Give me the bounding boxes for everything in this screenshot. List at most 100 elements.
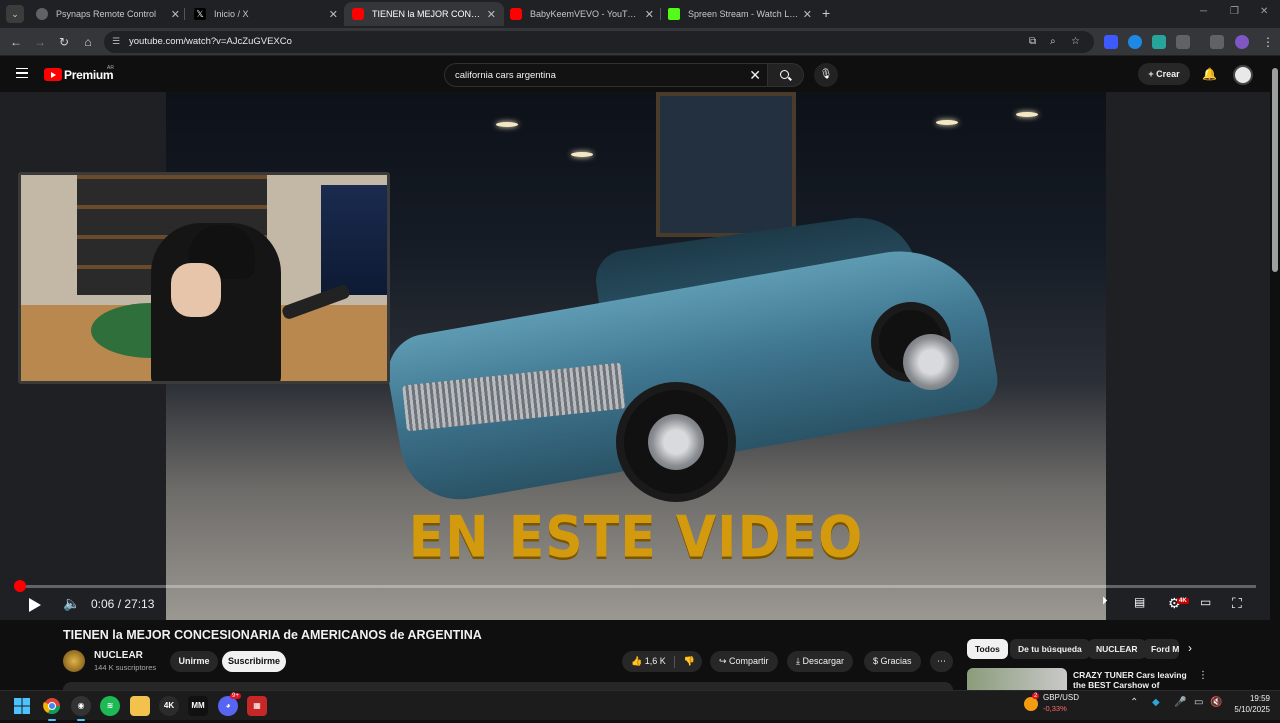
extension-3-icon[interactable] bbox=[1152, 35, 1166, 49]
dislike-icon[interactable]: 👎 bbox=[684, 656, 695, 666]
download-button[interactable]: ⤓ Descargar bbox=[787, 651, 853, 672]
close-window-icon[interactable]: ✕ bbox=[1260, 6, 1268, 17]
close-tab-icon[interactable]: ✕ bbox=[171, 8, 180, 21]
join-button[interactable]: Unirme bbox=[170, 651, 218, 672]
browser-menu-icon[interactable]: ⋮ bbox=[1260, 34, 1276, 50]
progress-bar[interactable] bbox=[20, 585, 1256, 588]
currency-pair-label[interactable]: GBP/USD bbox=[1043, 693, 1079, 702]
clock-time: 19:59 bbox=[1249, 694, 1270, 703]
cast-icon[interactable]: ⧉ bbox=[1029, 36, 1036, 47]
recommendation-menu-icon[interactable]: ⋮ bbox=[1198, 670, 1208, 681]
new-tab-button[interactable]: + bbox=[822, 5, 830, 21]
youtube-premium-wordmark[interactable]: Premium bbox=[64, 68, 114, 82]
zoom-icon[interactable]: ⌕ bbox=[1050, 36, 1056, 47]
home-icon[interactable]: ⌂ bbox=[80, 34, 96, 50]
reload-icon[interactable]: ↻ bbox=[56, 34, 72, 50]
minimize-window-icon[interactable]: ─ bbox=[1200, 6, 1207, 17]
file-explorer-icon[interactable] bbox=[130, 696, 150, 716]
app-4k-taskbar-icon[interactable]: 4K bbox=[159, 696, 179, 716]
speaker-muted-icon[interactable]: 🔇 bbox=[1210, 697, 1222, 708]
youtube-header: Premium AR california cars argentina ✕ 🎙… bbox=[0, 57, 1280, 92]
subscribe-button[interactable]: Suscribirme bbox=[222, 651, 286, 672]
chip-ford[interactable]: Ford M bbox=[1143, 639, 1179, 659]
tray-microphone-icon[interactable]: 🎤 bbox=[1174, 697, 1186, 708]
channel-name[interactable]: NUCLEAR bbox=[94, 650, 143, 661]
chip-nuclear[interactable]: NUCLEAR bbox=[1088, 639, 1146, 659]
autoplay-toggle-icon[interactable]: ⏵ bbox=[1102, 595, 1108, 608]
obs-taskbar-icon[interactable]: ◉ bbox=[71, 696, 91, 716]
url-text[interactable]: youtube.com/watch?v=AJcZuGVEXCo bbox=[129, 36, 292, 47]
forward-arrow-icon[interactable]: → bbox=[32, 34, 48, 50]
app-red-taskbar-icon[interactable]: ▦ bbox=[247, 696, 267, 716]
tab-babykeem-youtube[interactable]: BabyKeemVEVO - YouTube ✕ bbox=[502, 2, 662, 26]
bookmark-star-icon[interactable]: ☆ bbox=[1071, 36, 1080, 47]
more-actions-icon[interactable]: ⋯ bbox=[930, 651, 953, 672]
close-tab-icon[interactable]: ✕ bbox=[803, 8, 812, 21]
back-arrow-icon[interactable]: ← bbox=[8, 34, 24, 50]
extension-2-icon[interactable] bbox=[1128, 35, 1142, 49]
address-bar[interactable]: ☰ youtube.com/watch?v=AJcZuGVEXCo ⧉ ⌕ ☆ bbox=[104, 31, 1094, 53]
tab-kick-stream[interactable]: Spreen Stream - Watch Live on ✕ bbox=[660, 2, 820, 26]
thanks-label: Gracias bbox=[880, 656, 912, 666]
voice-search-mic-icon[interactable]: 🎙 bbox=[814, 63, 838, 87]
app-mm-taskbar-icon[interactable]: MM bbox=[188, 696, 208, 716]
thanks-button[interactable]: $ Gracias bbox=[864, 651, 921, 672]
tab-psynaps[interactable]: Psynaps Remote Control ✕ bbox=[28, 2, 188, 26]
close-tab-icon[interactable]: ✕ bbox=[329, 8, 338, 21]
theater-mode-icon[interactable]: ▭ bbox=[1200, 595, 1211, 609]
tab-youtube-video-active[interactable]: TIENEN la MEJOR CONCESIONARIA ✕ bbox=[344, 2, 504, 26]
search-input[interactable]: california cars argentina ✕ bbox=[444, 63, 768, 87]
recommendation-title[interactable]: CRAZY TUNER Cars leaving the BEST Carsho… bbox=[1073, 670, 1195, 690]
side-panel-icon[interactable] bbox=[1210, 35, 1224, 49]
clock-date: 5/10/2025 bbox=[1234, 705, 1270, 714]
chip-from-your-search[interactable]: De tu búsqueda bbox=[1010, 639, 1090, 659]
restore-window-icon[interactable]: ❐ bbox=[1230, 6, 1239, 17]
streamer-face bbox=[171, 263, 221, 317]
hamburger-menu-icon[interactable] bbox=[16, 68, 28, 78]
chip-all[interactable]: Todos bbox=[967, 639, 1008, 659]
page-scrollbar[interactable] bbox=[1272, 68, 1278, 272]
account-avatar[interactable] bbox=[1233, 65, 1253, 85]
currency-widget-icon[interactable] bbox=[1024, 697, 1038, 711]
system-clock[interactable]: 19:59 5/10/2025 bbox=[1228, 693, 1270, 715]
progress-scrubber-handle[interactable] bbox=[14, 580, 26, 592]
profile-avatar-icon[interactable] bbox=[1235, 35, 1249, 49]
channel-avatar[interactable] bbox=[63, 650, 85, 672]
subtitles-icon[interactable]: ▤ bbox=[1134, 595, 1145, 609]
tray-app-icon[interactable]: ◆ bbox=[1152, 697, 1160, 708]
youtube-logo-icon[interactable] bbox=[44, 68, 62, 81]
like-count[interactable]: 1,6 K bbox=[645, 656, 666, 666]
like-icon[interactable]: 👍 bbox=[631, 656, 645, 666]
close-tab-icon[interactable]: ✕ bbox=[487, 8, 496, 21]
close-tab-icon[interactable]: ✕ bbox=[645, 8, 654, 21]
description-box[interactable] bbox=[63, 682, 953, 690]
search-query-text[interactable]: california cars argentina bbox=[455, 70, 556, 81]
extensions-puzzle-icon[interactable] bbox=[1176, 35, 1190, 49]
discord-taskbar-icon[interactable]: ◕ bbox=[218, 696, 238, 716]
currency-change-value: -0,33% bbox=[1043, 704, 1067, 713]
notifications-bell-icon[interactable]: 🔔 bbox=[1202, 67, 1217, 81]
recommendation-thumbnail[interactable] bbox=[967, 668, 1067, 690]
chrome-taskbar-icon[interactable] bbox=[42, 696, 62, 716]
tab-x-home[interactable]: 𝕏 Inicio / X ✕ bbox=[186, 2, 346, 26]
tab-search-button[interactable]: ⌄ bbox=[6, 5, 24, 23]
windows-taskbar: ◉ ≋ 4K MM ◕ 9+ ▦ 2 bbox=[0, 690, 1280, 721]
volume-icon[interactable]: 🔈 bbox=[63, 595, 80, 612]
spotify-taskbar-icon[interactable]: ≋ bbox=[100, 696, 120, 716]
site-info-icon[interactable]: ☰ bbox=[112, 36, 124, 48]
create-button[interactable]: + Crear bbox=[1138, 63, 1190, 85]
tab-divider bbox=[184, 8, 185, 20]
tab-title: Psynaps Remote Control bbox=[56, 9, 157, 19]
chevron-right-icon[interactable]: › bbox=[1188, 641, 1192, 655]
subscriber-count: 144 K suscriptores bbox=[94, 663, 157, 672]
fullscreen-icon[interactable]: ⛶ bbox=[1232, 595, 1242, 612]
tray-overflow-chevron-icon[interactable]: ⌃ bbox=[1130, 697, 1138, 708]
clear-search-icon[interactable]: ✕ bbox=[749, 67, 761, 84]
windows-start-icon[interactable] bbox=[12, 696, 32, 716]
search-button[interactable] bbox=[768, 63, 804, 87]
extension-1-icon[interactable] bbox=[1104, 35, 1118, 49]
video-player[interactable]: EN ESTE VIDEO 🔈 0:06 / 27:13 ⏵ ▤ ⚙ 4K ▭ … bbox=[0, 92, 1270, 620]
play-icon[interactable] bbox=[29, 598, 41, 612]
network-icon[interactable]: ▭ bbox=[1194, 697, 1203, 708]
share-button[interactable]: ↪ Compartir bbox=[710, 651, 778, 672]
